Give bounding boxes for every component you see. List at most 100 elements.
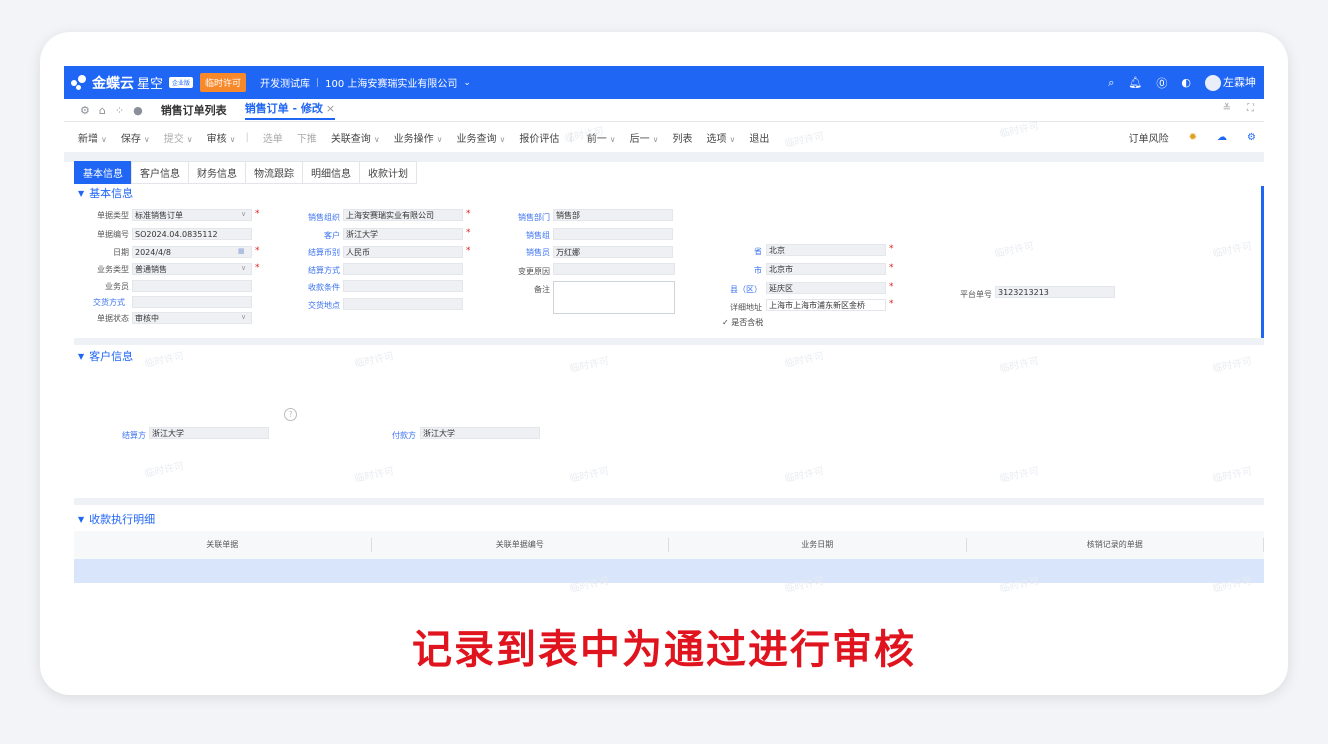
sales-group-field[interactable] — [553, 228, 673, 240]
toolbar-next[interactable]: 后一 ∨ — [630, 130, 659, 145]
label-terms[interactable]: 收款条件 — [284, 282, 340, 293]
order-risk-button[interactable]: 订单风险 — [1129, 130, 1169, 145]
tab-receipt-plan[interactable]: 收款计划 — [359, 161, 417, 184]
status-select[interactable]: 审核中 — [132, 312, 252, 324]
toolbar-select[interactable]: 选单 — [263, 130, 283, 145]
remark-textarea[interactable] — [553, 281, 675, 314]
bell-icon[interactable]: 🔔︎ — [1128, 76, 1142, 89]
company-selector[interactable]: 100 上海安赛瑞实业有限公司 — [325, 75, 457, 90]
chevron-down-icon[interactable]: ⌄ — [463, 78, 471, 88]
column-header[interactable]: 业务日期 — [669, 538, 967, 552]
tab-detail-info[interactable]: 明细信息 — [302, 161, 360, 184]
cloud-icon[interactable]: ☁ — [1217, 132, 1227, 143]
section-receipt-detail[interactable]: ▼ 收款执行明细 — [78, 511, 155, 527]
bill-type-select[interactable]: 标准销售订单 — [132, 209, 252, 221]
city-field[interactable]: 北京市 — [766, 263, 886, 275]
tab-sales-order-edit[interactable]: 销售订单 - 修改 × — [244, 100, 336, 120]
label-delivery-place[interactable]: 交货地点 — [284, 300, 340, 311]
home-icon[interactable]: ⌂ — [99, 104, 106, 117]
chat-icon[interactable]: ● — [133, 104, 143, 117]
label-county[interactable]: 县（区） — [714, 284, 762, 295]
dept-field[interactable]: 销售部 — [553, 209, 673, 221]
label-sale-org[interactable]: 销售组织 — [284, 212, 340, 223]
tab-finance-info[interactable]: 财务信息 — [188, 161, 246, 184]
toolbar-options[interactable]: 选项 ∨ — [706, 130, 735, 145]
seller-field[interactable]: 万红娜 — [553, 246, 673, 258]
calendar-icon[interactable]: ▦ — [238, 247, 245, 255]
toolbar-audit[interactable]: 审核 ∨ — [207, 130, 236, 145]
toolbar-list[interactable]: 列表 — [672, 130, 692, 145]
label-payer[interactable]: 付款方 — [364, 430, 416, 441]
province-field[interactable]: 北京 — [766, 244, 886, 256]
sale-org-field[interactable]: 上海安赛瑞实业有限公司 — [343, 209, 463, 221]
tab-customer-info[interactable]: 客户信息 — [131, 161, 189, 184]
column-header[interactable]: 关联单据编号 — [372, 538, 669, 552]
chevron-down-icon[interactable]: ∨ — [241, 210, 246, 218]
user-menu[interactable]: 左霖坤 — [1205, 74, 1256, 91]
label-salesman: 业务员 — [105, 282, 129, 291]
collapse-icon[interactable]: ≚ — [1223, 103, 1231, 114]
chevron-down-icon[interactable]: ∨ — [241, 313, 246, 321]
trade-mode-field[interactable] — [132, 296, 252, 308]
label-currency[interactable]: 结算币别 — [284, 247, 340, 258]
toolbar-quote-eval[interactable]: 报价评估 — [519, 130, 559, 145]
tab-logistics[interactable]: 物流跟踪 — [245, 161, 303, 184]
label-settle-mode[interactable]: 结算方式 — [284, 265, 340, 276]
settings-icon[interactable]: ⚙ — [80, 104, 90, 117]
section-basic-info[interactable]: ▼ 基本信息 — [78, 185, 133, 201]
bill-no-field[interactable]: SO2024.04.0835112 — [132, 228, 252, 240]
payer-field[interactable]: 浙江大学 — [420, 427, 540, 439]
section-customer-info[interactable]: ▼ 客户信息 — [78, 348, 133, 364]
help-icon[interactable]: ⓪ — [1156, 75, 1167, 91]
table-row[interactable] — [74, 559, 1264, 583]
toolbar-exit[interactable]: 退出 — [749, 130, 769, 145]
label-seller[interactable]: 销售员 — [494, 247, 550, 258]
label-sales-group[interactable]: 销售组 — [494, 230, 550, 241]
label-trade-mode[interactable]: 交货方式 — [74, 297, 129, 308]
label-province[interactable]: 省 — [714, 246, 762, 257]
toolbar-submit[interactable]: 提交 ∨ — [164, 130, 193, 145]
close-icon[interactable]: × — [326, 102, 335, 115]
temp-license-badge[interactable]: 临时许可 — [200, 73, 247, 92]
caret-down-icon: ▼ — [78, 188, 85, 198]
search-icon[interactable]: ⌕ — [1108, 76, 1114, 90]
address-field[interactable]: 上海市上海市浦东新区金桥 — [766, 299, 886, 311]
sun-icon[interactable]: ✹ — [1189, 132, 1197, 143]
customer-field[interactable]: 浙江大学 — [343, 228, 463, 240]
label-customer[interactable]: 客户 — [284, 230, 340, 241]
column-header[interactable]: 关联单据 — [74, 538, 372, 552]
delivery-place-field[interactable] — [343, 298, 463, 310]
theme-icon[interactable]: ◐ — [1181, 76, 1191, 89]
toolbar-save[interactable]: 保存 ∨ — [121, 130, 150, 145]
apps-icon[interactable]: ⁘ — [115, 104, 124, 117]
gear-icon[interactable]: ⚙ — [1247, 132, 1256, 143]
column-header[interactable]: 核销记录的单据 — [967, 538, 1264, 552]
db-name[interactable]: 开发测试库 — [260, 75, 310, 90]
toolbar-biz-query[interactable]: 业务查询 ∨ — [457, 130, 506, 145]
tax-checkbox[interactable]: ✓ 是否含税 — [722, 317, 763, 328]
fullscreen-icon[interactable]: ⛶ — [1247, 103, 1254, 114]
help-icon[interactable]: ? — [284, 408, 297, 421]
toolbar-push[interactable]: 下推 — [297, 130, 317, 145]
platform-no-field[interactable]: 3123213213 — [995, 286, 1115, 298]
toolbar-related-query[interactable]: 关联查询 ∨ — [331, 130, 380, 145]
county-field[interactable]: 延庆区 — [766, 282, 886, 294]
required-mark: * — [466, 209, 471, 219]
label-city[interactable]: 市 — [714, 265, 762, 276]
date-field[interactable]: 2024/4/8 — [132, 246, 252, 258]
tab-basic-info[interactable]: 基本信息 — [74, 161, 132, 184]
label-dept[interactable]: 销售部门 — [494, 212, 550, 223]
toolbar-new[interactable]: 新增 ∨ — [78, 130, 107, 145]
settle-party-field[interactable]: 浙江大学 — [149, 427, 269, 439]
toolbar-biz-op[interactable]: 业务操作 ∨ — [394, 130, 443, 145]
biz-type-select[interactable]: 普通销售 — [132, 263, 252, 275]
chevron-down-icon[interactable]: ∨ — [241, 264, 246, 272]
salesman-field[interactable] — [132, 280, 252, 292]
currency-field[interactable]: 人民币 — [343, 246, 463, 258]
tab-sales-order-list[interactable]: 销售订单列表 — [161, 102, 227, 118]
change-reason-field[interactable] — [553, 263, 675, 275]
label-settle-party[interactable]: 结算方 — [94, 430, 146, 441]
terms-field[interactable] — [343, 280, 463, 292]
brand-logo[interactable]: 金蝶云 星空 — [70, 73, 163, 93]
settle-mode-field[interactable] — [343, 263, 463, 275]
